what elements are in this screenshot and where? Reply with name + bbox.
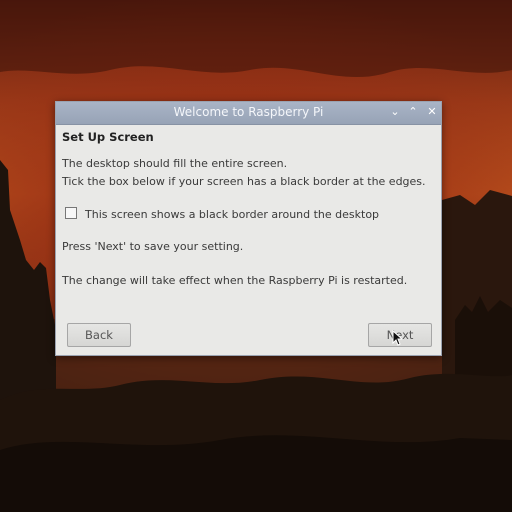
mouse-pointer-icon	[392, 330, 402, 346]
welcome-dialog: Welcome to Raspberry Pi ⌄ ⌃ ✕ Set Up Scr…	[55, 101, 442, 356]
maximize-icon[interactable]: ⌃	[406, 105, 420, 119]
black-border-checkbox-label[interactable]: This screen shows a black border around …	[85, 208, 379, 221]
description: The desktop should fill the entire scree…	[62, 155, 426, 191]
black-border-checkbox[interactable]	[65, 207, 77, 219]
restart-note-text: The change will take effect when the Ras…	[62, 274, 408, 287]
black-border-option[interactable]: This screen shows a black border around …	[65, 207, 379, 221]
window-titlebar[interactable]: Welcome to Raspberry Pi ⌄ ⌃ ✕	[56, 102, 441, 125]
description-line-2: Tick the box below if your screen has a …	[62, 175, 426, 188]
window-title: Welcome to Raspberry Pi	[173, 105, 324, 119]
page-title: Set Up Screen	[62, 130, 154, 144]
back-button[interactable]: Back	[67, 323, 131, 347]
description-line-1: The desktop should fill the entire scree…	[62, 157, 288, 170]
close-icon[interactable]: ✕	[425, 105, 439, 119]
next-hint-text: Press 'Next' to save your setting.	[62, 240, 244, 253]
minimize-icon[interactable]: ⌄	[388, 105, 402, 119]
